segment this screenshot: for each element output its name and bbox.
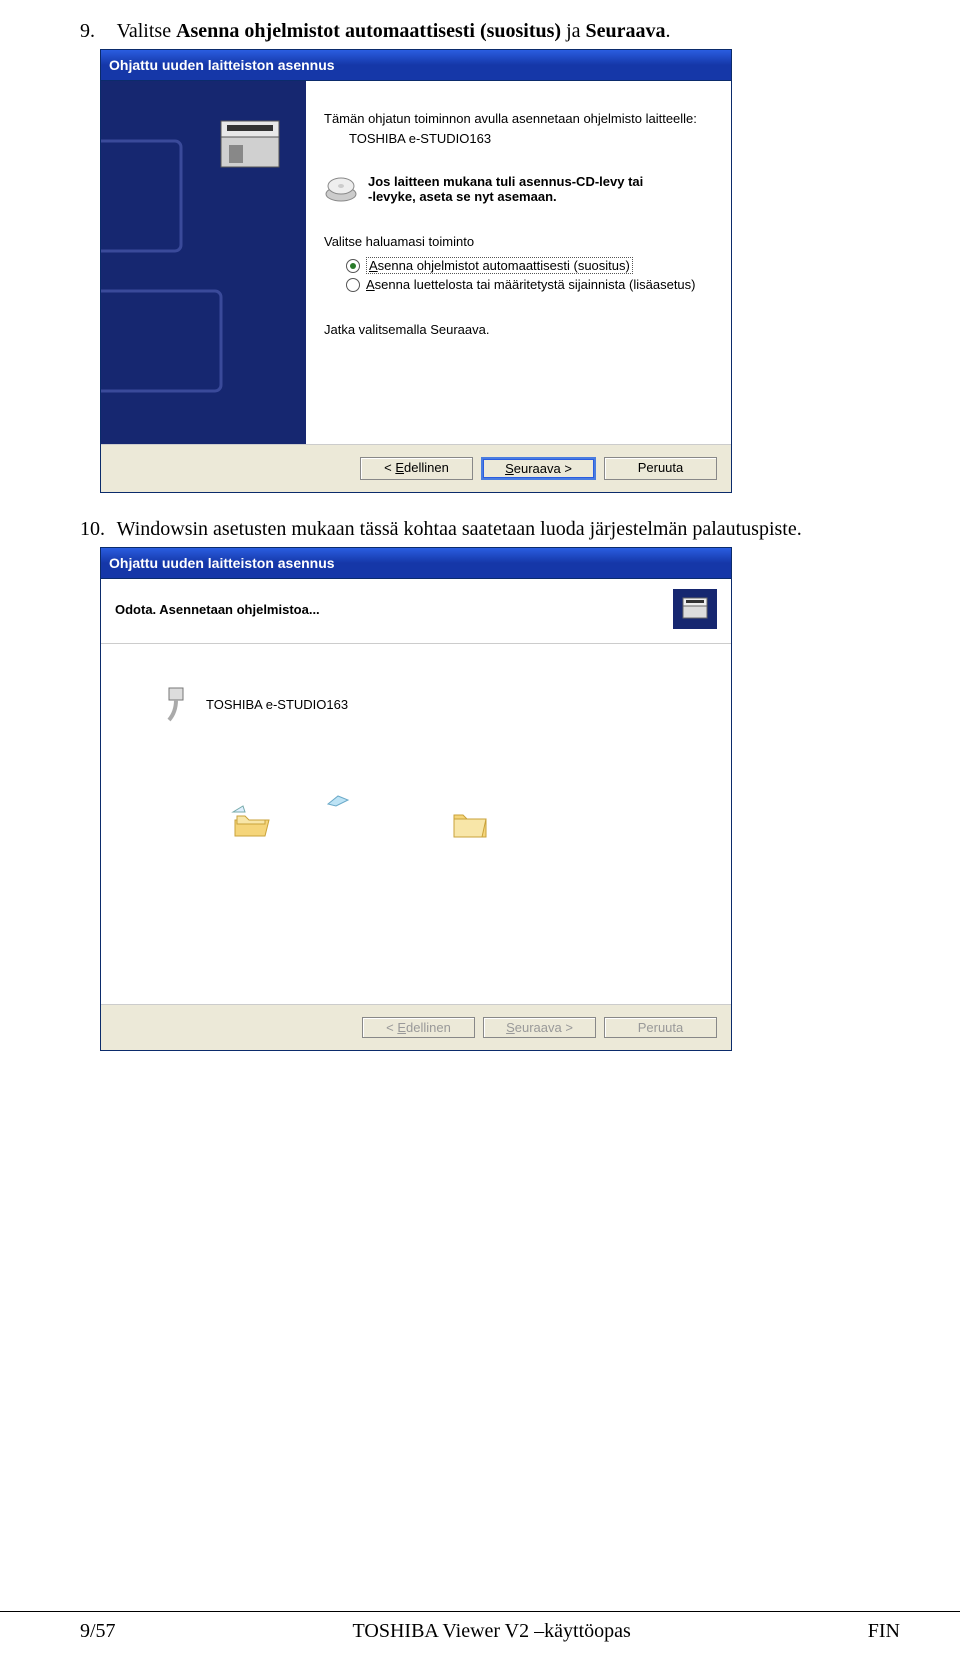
footer-lang: FIN bbox=[868, 1620, 900, 1643]
radio-unselected-icon bbox=[346, 278, 360, 292]
radio1-label: senna ohjelmistot automaattisesti (suosi… bbox=[378, 258, 630, 273]
dialog2-wait-text: Odota. Asennetaan ohjelmistoa... bbox=[115, 602, 320, 617]
hardware-graphic-icon bbox=[101, 81, 306, 441]
dialog1-continue-text: Jatka valitsemalla Seuraava. bbox=[324, 322, 713, 337]
wizard-dialog-2: Ohjattu uuden laitteiston asennus Odota.… bbox=[100, 547, 732, 1051]
page-footer: 9/57 TOSHIBA Viewer V2 –käyttöopas FIN bbox=[0, 1611, 960, 1663]
cancel-button-disabled: Peruuta bbox=[604, 1017, 717, 1038]
dialog1-cd-text1: Jos laitteen mukana tuli asennus-CD-levy… bbox=[368, 174, 643, 189]
step9-number: 9. bbox=[80, 20, 112, 43]
radio1-accel: A bbox=[369, 258, 378, 273]
dialog2-button-bar: < Edellinen Seuraava > Peruuta bbox=[101, 1004, 731, 1050]
dialog2-content: TOSHIBA e-STUDIO163 bbox=[101, 644, 731, 1004]
step9-bold1: Asenna ohjelmistot automaattisesti (suos… bbox=[176, 20, 561, 42]
step9-text: 9. Valitse Asenna ohjelmistot automaatti… bbox=[80, 20, 900, 43]
dialog2-device-name: TOSHIBA e-STUDIO163 bbox=[206, 697, 348, 712]
cancel-button[interactable]: Peruuta bbox=[604, 457, 717, 480]
next-button[interactable]: Seuraava > bbox=[481, 457, 596, 480]
dialog1-sidebar-graphic bbox=[101, 81, 306, 444]
radio2-accel: A bbox=[366, 277, 375, 292]
cd-icon bbox=[324, 174, 358, 204]
step10-text: 10. Windowsin asetusten mukaan tässä koh… bbox=[80, 518, 900, 541]
step10-number: 10. bbox=[80, 518, 112, 541]
dialog1-titlebar[interactable]: Ohjattu uuden laitteiston asennus bbox=[101, 50, 731, 81]
radio2-label: senna luettelosta tai määritetystä sijai… bbox=[375, 277, 696, 292]
radio-from-list[interactable]: Asenna luettelosta tai määritetystä sija… bbox=[346, 277, 713, 292]
dialog1-title: Ohjattu uuden laitteiston asennus bbox=[109, 57, 335, 73]
dialog1-prompt: Valitse haluamasi toiminto bbox=[324, 234, 713, 249]
step9-mid: ja bbox=[561, 20, 585, 42]
step9-bold2: Seuraava bbox=[586, 20, 666, 42]
next-button-disabled: Seuraava > bbox=[483, 1017, 596, 1038]
back-button[interactable]: < Edellinen bbox=[360, 457, 473, 480]
folder-open-icon bbox=[231, 804, 271, 840]
hardware-small-icon bbox=[673, 589, 717, 629]
dialog1-device-name: TOSHIBA e-STUDIO163 bbox=[349, 131, 713, 146]
step9-post: . bbox=[666, 20, 671, 42]
footer-doc-title: TOSHIBA Viewer V2 –käyttöopas bbox=[353, 1620, 631, 1643]
step10-body: Windowsin asetusten mukaan tässä kohtaa … bbox=[117, 518, 802, 540]
wizard-dialog-1: Ohjattu uuden laitteiston asennus bbox=[100, 49, 732, 493]
radio-selected-icon bbox=[346, 259, 360, 273]
step9-pre: Valitse bbox=[117, 20, 176, 42]
dialog2-title: Ohjattu uuden laitteiston asennus bbox=[109, 555, 335, 571]
back-button-disabled: < Edellinen bbox=[362, 1017, 475, 1038]
footer-page-number: 9/57 bbox=[80, 1620, 116, 1643]
dialog1-intro-text: Tämän ohjatun toiminnon avulla asennetaa… bbox=[324, 111, 713, 126]
file-flying-icon bbox=[326, 794, 350, 808]
dialog1-button-bar: < Edellinen Seuraava > Peruuta bbox=[101, 444, 731, 492]
folder-icon bbox=[451, 805, 489, 839]
dialog2-titlebar[interactable]: Ohjattu uuden laitteiston asennus bbox=[101, 548, 731, 579]
connector-icon bbox=[161, 684, 191, 724]
radio-auto-install[interactable]: Asenna ohjelmistot automaattisesti (suos… bbox=[346, 257, 713, 274]
dialog1-cd-text2: -levyke, aseta se nyt asemaan. bbox=[368, 189, 557, 204]
